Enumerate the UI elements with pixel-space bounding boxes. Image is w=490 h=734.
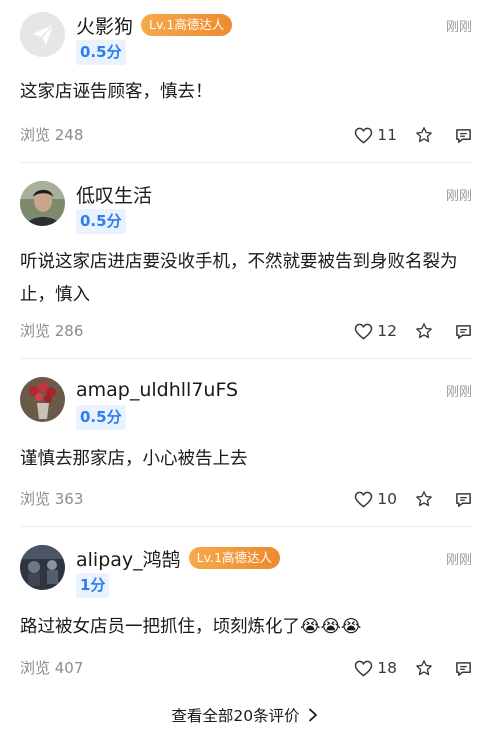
- comment-icon: [456, 661, 471, 676]
- review-actions: 12: [354, 319, 472, 343]
- favorite-button[interactable]: [415, 659, 433, 677]
- like-button[interactable]: 18: [354, 659, 397, 677]
- timestamp: 刚刚: [445, 20, 472, 35]
- review-actions: 11: [354, 123, 472, 147]
- divider: [20, 162, 472, 163]
- star-icon: [416, 323, 432, 339]
- dark-photo: [20, 545, 65, 590]
- timestamp: 刚刚: [445, 385, 472, 400]
- like-count: 11: [377, 126, 397, 144]
- avatar[interactable]: [20, 181, 65, 226]
- review-footer: 浏览 407 18: [20, 656, 472, 680]
- like-count: 10: [377, 490, 397, 508]
- favorite-button[interactable]: [415, 126, 433, 144]
- favorite-button[interactable]: [415, 322, 433, 340]
- comment-icon: [456, 492, 471, 507]
- level-badge: Lv.1高德达人: [188, 547, 280, 569]
- flowers-photo: [20, 377, 65, 422]
- review-text: 路过被女店员一把抓住，顷刻炼化了😭😭😭: [20, 617, 362, 637]
- like-count: 12: [377, 322, 397, 340]
- score-badge: 1分: [76, 573, 110, 598]
- heart-icon: [354, 660, 373, 677]
- view-count: 浏览 248: [20, 126, 84, 144]
- avatar[interactable]: [20, 545, 65, 590]
- comment-icon: [456, 128, 471, 143]
- star-icon: [416, 491, 432, 507]
- comment-button[interactable]: [455, 127, 472, 144]
- review-text: 听说这家店进店要没收手机，不然就要被告到身败名裂为止，慎入: [20, 252, 458, 305]
- review-footer: 浏览 363 10: [20, 487, 472, 511]
- username[interactable]: 低叹生活: [76, 181, 152, 208]
- heart-icon: [354, 491, 373, 508]
- score-badge: 0.5分: [76, 405, 126, 430]
- timestamp: 刚刚: [445, 553, 472, 568]
- name-row: alipay_鸿鹄 Lv.1高德达人: [76, 545, 280, 571]
- review-footer: 浏览 286 12: [20, 319, 472, 343]
- star-icon: [416, 127, 432, 143]
- review-actions: 18: [354, 656, 472, 680]
- send-icon: [20, 12, 65, 57]
- review-text: 谨慎去那家店，小心被告上去: [20, 449, 248, 469]
- heart-icon: [354, 323, 373, 340]
- view-all-reviews-link[interactable]: 查看全部20条评价: [0, 704, 490, 726]
- view-count: 浏览 407: [20, 659, 84, 677]
- review-footer: 浏览 248 11: [20, 123, 472, 147]
- name-row: amap_uldhll7uFS: [76, 377, 238, 403]
- username[interactable]: 火影狗: [76, 12, 133, 39]
- divider: [20, 526, 472, 527]
- comment-button[interactable]: [455, 323, 472, 340]
- username[interactable]: amap_uldhll7uFS: [76, 379, 238, 401]
- like-button[interactable]: 12: [354, 322, 397, 340]
- chevron-right-icon: [308, 708, 317, 722]
- name-row: 火影狗 Lv.1高德达人: [76, 12, 233, 39]
- level-badge: Lv.1高德达人: [141, 14, 233, 36]
- score-badge: 0.5分: [76, 209, 126, 234]
- star-icon: [416, 660, 432, 676]
- like-button[interactable]: 10: [354, 490, 397, 508]
- review-actions: 10: [354, 487, 472, 511]
- avatar[interactable]: [20, 377, 65, 422]
- name-row: 低叹生活: [76, 181, 152, 207]
- username[interactable]: alipay_鸿鹄: [76, 545, 181, 572]
- person-photo: [20, 181, 65, 226]
- comment-icon: [456, 324, 471, 339]
- avatar[interactable]: [20, 12, 65, 57]
- heart-icon: [354, 127, 373, 144]
- view-count: 浏览 363: [20, 490, 84, 508]
- divider: [20, 358, 472, 359]
- favorite-button[interactable]: [415, 490, 433, 508]
- score-badge: 0.5分: [76, 40, 126, 65]
- view-all-label: 查看全部20条评价: [171, 707, 300, 725]
- like-button[interactable]: 11: [354, 126, 397, 144]
- view-count: 浏览 286: [20, 322, 84, 340]
- comment-button[interactable]: [455, 491, 472, 508]
- comment-button[interactable]: [455, 660, 472, 677]
- review-text: 这家店诬告顾客，慎去！: [20, 82, 213, 102]
- like-count: 18: [377, 659, 397, 677]
- timestamp: 刚刚: [445, 189, 472, 204]
